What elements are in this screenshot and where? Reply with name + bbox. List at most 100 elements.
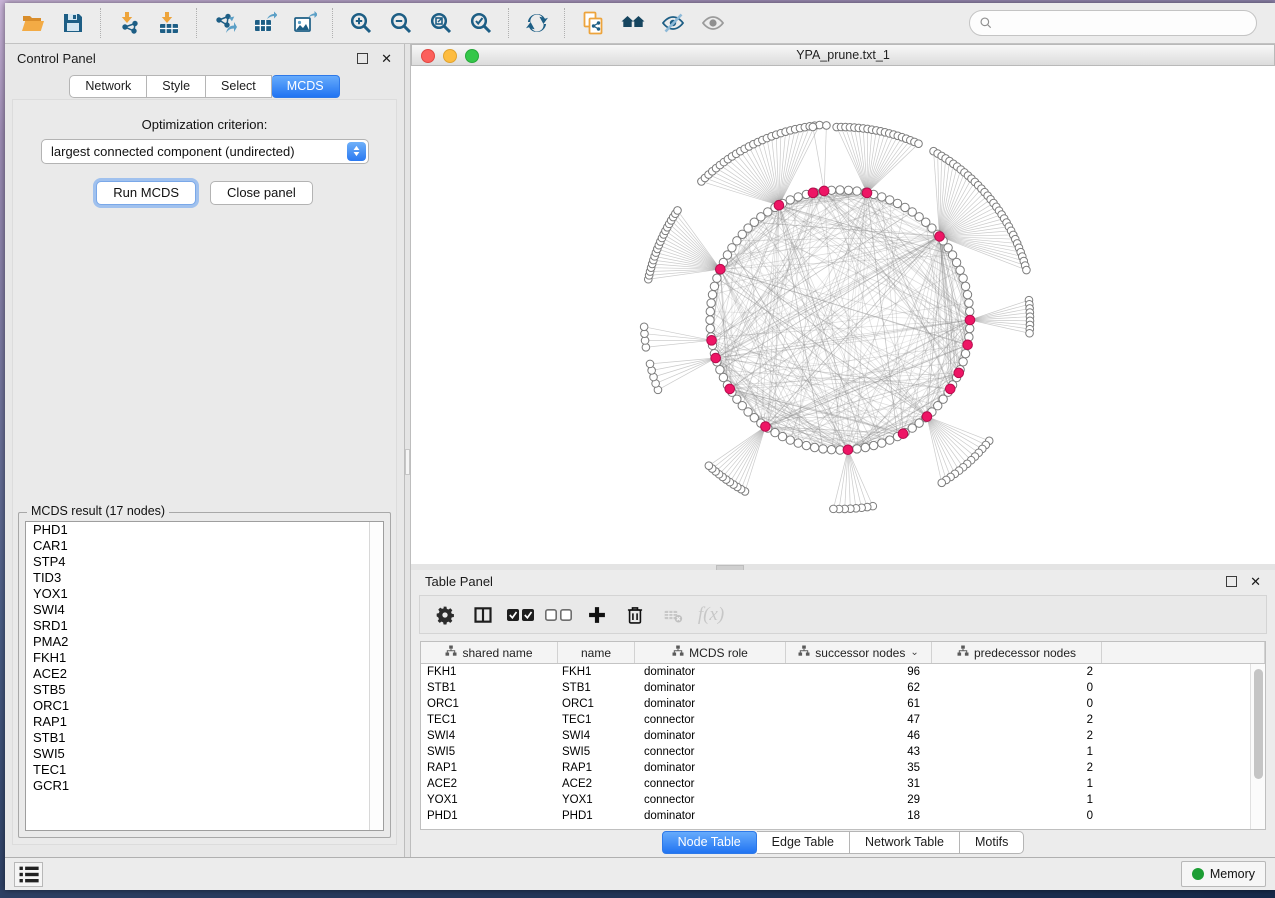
import-table-icon[interactable] [149, 7, 189, 39]
save-session-icon[interactable] [53, 7, 93, 39]
app-window: Control Panel ✕ NetworkStyleSelectMCDS O… [5, 3, 1275, 890]
table-row[interactable]: ACE2ACE2connector311 [421, 776, 1265, 792]
add-column-icon[interactable] [580, 600, 614, 630]
mcds-list-scrollbar[interactable] [369, 522, 383, 830]
table-cell: ORC1 [558, 698, 635, 710]
criterion-select[interactable]: largest connected component (undirected)… [41, 139, 369, 164]
mcds-result-groupbox: MCDS result (17 nodes) PHD1CAR1STP4TID3Y… [18, 512, 391, 838]
mcds-result-item[interactable]: SWI5 [26, 746, 383, 762]
table-row[interactable]: SWI4SWI4dominator462 [421, 728, 1265, 744]
mcds-result-item[interactable]: STB5 [26, 682, 383, 698]
table-row[interactable]: FKH1FKH1dominator962 [421, 664, 1265, 680]
mcds-result-item[interactable]: STB1 [26, 730, 383, 746]
close-window-icon[interactable] [421, 49, 435, 63]
memory-label: Memory [1210, 867, 1255, 881]
close-panel-button[interactable]: Close panel [210, 181, 313, 205]
table-options-icon[interactable] [428, 600, 462, 630]
table-cell: RAP1 [558, 762, 635, 774]
table-row[interactable]: PHD1PHD1dominator180 [421, 808, 1265, 824]
memory-button[interactable]: Memory [1181, 861, 1266, 887]
table-cell: STB1 [558, 682, 635, 694]
column-type-icon [445, 645, 457, 660]
table-cell: 96 [786, 666, 932, 678]
table-row[interactable]: TEC1TEC1connector472 [421, 712, 1265, 728]
column-header-name[interactable]: name [558, 642, 635, 663]
table-cell: TEC1 [421, 714, 558, 726]
search-input[interactable] [999, 15, 1247, 31]
table-panel-title: Table Panel [425, 574, 493, 589]
first-neighbors-icon[interactable] [613, 7, 653, 39]
tab-select[interactable]: Select [206, 75, 272, 98]
export-network-icon[interactable] [205, 7, 245, 39]
column-header-successor-nodes[interactable]: successor nodes⌄ [786, 642, 932, 663]
mcds-result-item[interactable]: PMA2 [26, 634, 383, 650]
column-header-shared-name[interactable]: shared name [421, 642, 558, 663]
export-image-icon[interactable] [285, 7, 325, 39]
deselect-all-icon[interactable] [542, 600, 576, 630]
table-row[interactable]: RAP1RAP1dominator352 [421, 760, 1265, 776]
column-view-icon[interactable] [466, 600, 500, 630]
run-mcds-button[interactable]: Run MCDS [96, 181, 196, 205]
column-type-icon [672, 645, 684, 660]
table-cell: FKH1 [421, 666, 558, 678]
column-header-MCDS-role[interactable]: MCDS role [635, 642, 786, 663]
close-panel-icon[interactable]: ✕ [381, 54, 392, 63]
tab-network-table[interactable]: Network Table [850, 831, 960, 854]
zoom-fit-icon[interactable] [421, 7, 461, 39]
mcds-result-item[interactable]: GCR1 [26, 778, 383, 794]
mcds-result-item[interactable]: TID3 [26, 570, 383, 586]
table-cell: PHD1 [558, 810, 635, 822]
delete-column-icon[interactable] [618, 600, 652, 630]
vertical-splitter-handle[interactable] [405, 449, 410, 475]
float-table-panel-icon[interactable] [1226, 576, 1237, 587]
export-table-icon[interactable] [245, 7, 285, 39]
mcds-result-item[interactable]: SWI4 [26, 602, 383, 618]
task-history-button[interactable] [14, 862, 43, 887]
search-box[interactable] [969, 10, 1257, 36]
tab-style[interactable]: Style [147, 75, 206, 98]
mcds-result-item[interactable]: SRD1 [26, 618, 383, 634]
network-view-canvas[interactable] [411, 66, 1275, 564]
tab-edge-table[interactable]: Edge Table [757, 831, 850, 854]
import-network-icon[interactable] [109, 7, 149, 39]
close-table-panel-icon[interactable]: ✕ [1250, 577, 1261, 586]
mcds-result-item[interactable]: CAR1 [26, 538, 383, 554]
table-row[interactable]: ORC1ORC1dominator610 [421, 696, 1265, 712]
hide-selected-icon[interactable] [653, 7, 693, 39]
zoom-selected-icon[interactable] [461, 7, 501, 39]
zoom-out-icon[interactable] [381, 7, 421, 39]
duplicate-network-icon[interactable] [573, 7, 613, 39]
mcds-result-item[interactable]: ACE2 [26, 666, 383, 682]
vertical-splitter[interactable] [404, 44, 411, 857]
show-all-icon[interactable] [693, 7, 733, 39]
column-header-predecessor-nodes[interactable]: predecessor nodes [932, 642, 1102, 663]
table-cell: ACE2 [558, 778, 635, 790]
maximize-window-icon[interactable] [465, 49, 479, 63]
table-row[interactable]: SWI5SWI5connector431 [421, 744, 1265, 760]
mcds-result-item[interactable]: STP4 [26, 554, 383, 570]
mcds-result-item[interactable]: ORC1 [26, 698, 383, 714]
refresh-icon[interactable] [517, 7, 557, 39]
tab-network[interactable]: Network [69, 75, 147, 98]
mcds-result-item[interactable]: YOX1 [26, 586, 383, 602]
tab-node-table[interactable]: Node Table [662, 831, 757, 854]
tab-motifs[interactable]: Motifs [960, 831, 1024, 854]
float-panel-icon[interactable] [357, 53, 368, 64]
mcds-result-item[interactable]: FKH1 [26, 650, 383, 666]
minimize-window-icon[interactable] [443, 49, 457, 63]
zoom-in-icon[interactable] [341, 7, 381, 39]
table-cell: 2 [932, 730, 1102, 742]
tab-mcds[interactable]: MCDS [272, 75, 340, 98]
table-scrollbar-thumb[interactable] [1254, 669, 1263, 779]
network-window-titlebar[interactable]: YPA_prune.txt_1 [411, 44, 1275, 66]
select-all-icon[interactable] [504, 600, 538, 630]
criterion-selected-value: largest connected component (undirected) [42, 144, 347, 159]
mcds-result-item[interactable]: TEC1 [26, 762, 383, 778]
open-file-icon[interactable] [13, 7, 53, 39]
column-header-filler [1102, 642, 1265, 663]
table-scrollbar[interactable] [1250, 664, 1265, 829]
mcds-result-item[interactable]: RAP1 [26, 714, 383, 730]
table-row[interactable]: STB1STB1dominator620 [421, 680, 1265, 696]
mcds-result-item[interactable]: PHD1 [26, 522, 383, 538]
table-row[interactable]: YOX1YOX1connector291 [421, 792, 1265, 808]
